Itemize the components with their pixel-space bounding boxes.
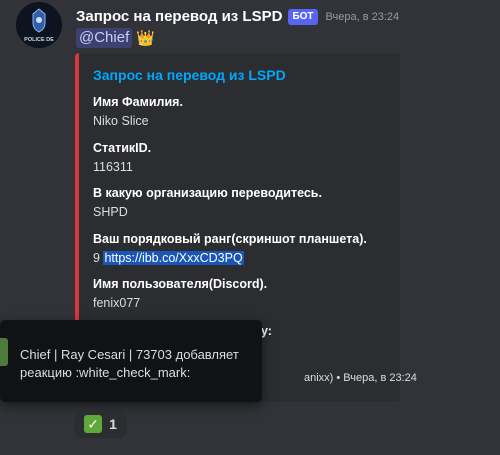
field-value: SHPD — [93, 205, 128, 219]
screenshot-link[interactable]: https://ibb.co/XxxCD3PQ — [103, 251, 244, 265]
field-name: Имя пользователя(Discord). — [93, 277, 268, 291]
bot-tag: БОТ — [288, 8, 318, 25]
message-header: Запрос на перевод из LSPD БОТ Вчера, в 2… — [76, 8, 399, 25]
white-check-mark-icon: ✓ — [84, 415, 103, 433]
author-name[interactable]: Запрос на перевод из LSPD — [76, 8, 282, 25]
field-name: СтатикID. — [93, 141, 152, 155]
field-name: Имя Фамилия. — [93, 95, 183, 109]
tooltip-accent — [0, 338, 8, 366]
field-value: 116311 — [93, 160, 133, 174]
police-badge-icon: POLICE DE — [16, 2, 62, 48]
field-name-partial: у: — [261, 324, 272, 338]
crown-emoji: 👑 — [136, 30, 155, 47]
reaction-tooltip: Chief | Ray Cesari | 73703 добавляет реа… — [0, 320, 262, 402]
field-value-rank: 9 https://ibb.co/XxxCD3PQ — [93, 251, 244, 265]
reaction-button[interactable]: ✓ 1 — [74, 410, 127, 438]
field-value: fenix077 — [93, 296, 141, 310]
message-content: @Chief 👑 — [76, 28, 155, 48]
reaction-count: 1 — [109, 416, 117, 432]
message-timestamp: Вчера, в 23:24 — [325, 10, 400, 23]
embed-footer: anixx) • Вчера, в 23:24 — [304, 372, 417, 384]
field-name: В какую организацию переводитесь. — [93, 186, 322, 200]
tooltip-text: Chief | Ray Cesari | 73703 добавляет реа… — [20, 347, 239, 380]
rank-number: 9 — [93, 251, 104, 265]
avatar-text: POLICE DE — [24, 37, 54, 43]
field-value: Niko Slice — [93, 114, 149, 128]
bot-avatar[interactable]: POLICE DE — [16, 2, 62, 48]
user-mention[interactable]: @Chief — [76, 28, 133, 48]
embed-title: Запрос на перевод из LSPD — [93, 67, 286, 83]
field-name: Ваш порядковый ранг(скриншот планшета). — [93, 232, 367, 246]
